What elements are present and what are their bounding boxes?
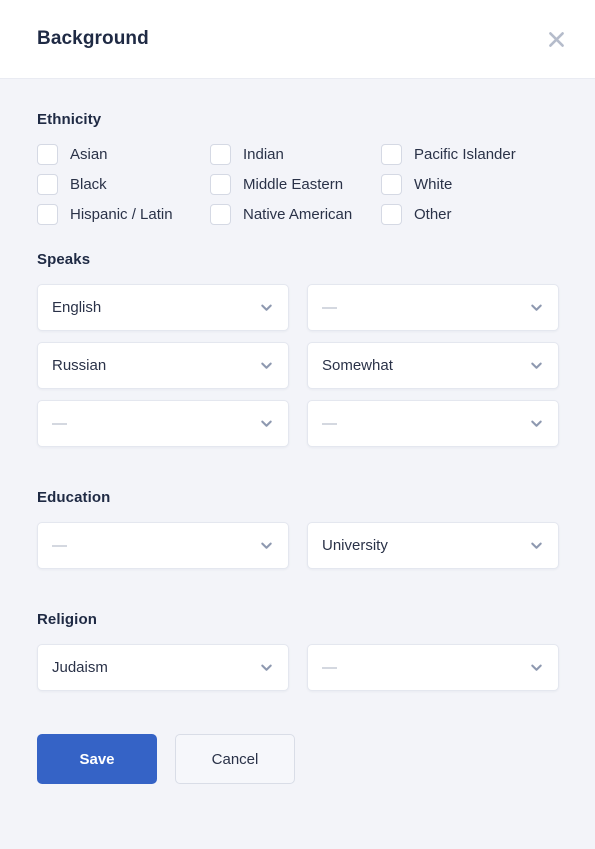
select-value: —: [322, 415, 337, 432]
close-icon: [548, 31, 565, 48]
section-ethnicity: Ethnicity Asian Indian Pacific Islander …: [37, 111, 558, 225]
checkbox-box[interactable]: [210, 204, 231, 225]
religion-observance-select[interactable]: —: [307, 644, 559, 691]
checkbox-label: Hispanic / Latin: [70, 206, 173, 223]
checkbox-item-black[interactable]: Black: [37, 174, 210, 195]
chevron-down-icon: [259, 358, 274, 373]
checkbox-label: Indian: [243, 146, 284, 163]
speaks-level-select-2[interactable]: Somewhat: [307, 342, 559, 389]
ethnicity-checkbox-grid: Asian Indian Pacific Islander Black Midd…: [37, 144, 558, 225]
close-button[interactable]: [539, 22, 573, 56]
education-institution-select[interactable]: University: [307, 522, 559, 569]
speaks-language-select-2[interactable]: Russian: [37, 342, 289, 389]
checkbox-box[interactable]: [37, 144, 58, 165]
religion-row: Judaism —: [37, 644, 559, 691]
checkbox-label: Native American: [243, 206, 353, 223]
cancel-button[interactable]: Cancel: [175, 734, 295, 784]
select-value: Somewhat: [322, 357, 393, 374]
section-title-religion: Religion: [37, 611, 97, 628]
speaks-language-select-3[interactable]: —: [37, 400, 289, 447]
select-value: University: [322, 537, 388, 554]
select-value: English: [52, 299, 102, 316]
checkbox-label: Pacific Islander: [414, 146, 516, 163]
checkbox-label: Asian: [70, 146, 108, 163]
checkbox-label: Black: [70, 176, 107, 193]
modal-header: Background: [0, 0, 595, 79]
chevron-down-icon: [259, 416, 274, 431]
modal-footer: Save Cancel: [0, 702, 595, 784]
checkbox-item-other[interactable]: Other: [381, 204, 558, 225]
chevron-down-icon: [529, 300, 544, 315]
speaks-row-3: — —: [37, 400, 559, 447]
section-speaks: Speaks English — Russian Somewhat — —: [37, 251, 559, 447]
chevron-down-icon: [529, 538, 544, 553]
checkbox-box[interactable]: [381, 174, 402, 195]
page-title: Background: [37, 28, 149, 49]
speaks-level-select-1[interactable]: —: [307, 284, 559, 331]
speaks-level-select-3[interactable]: —: [307, 400, 559, 447]
select-value: —: [52, 415, 67, 432]
checkbox-item-white[interactable]: White: [381, 174, 558, 195]
checkbox-box[interactable]: [210, 144, 231, 165]
checkbox-box[interactable]: [210, 174, 231, 195]
education-row: — University: [37, 522, 559, 569]
checkbox-item-pacific-islander[interactable]: Pacific Islander: [381, 144, 558, 165]
section-title-ethnicity: Ethnicity: [37, 111, 102, 128]
select-value: —: [52, 537, 67, 554]
modal-body: Ethnicity Asian Indian Pacific Islander …: [0, 79, 595, 691]
checkbox-item-native-american[interactable]: Native American: [210, 204, 381, 225]
checkbox-box[interactable]: [37, 204, 58, 225]
checkbox-label: Middle Eastern: [243, 176, 344, 193]
section-title-speaks: Speaks: [37, 251, 91, 268]
section-education: Education — University: [37, 489, 559, 569]
select-value: Russian: [52, 357, 107, 374]
checkbox-label: White: [414, 176, 453, 193]
speaks-row-2: Russian Somewhat: [37, 342, 559, 389]
section-title-education: Education: [37, 489, 111, 506]
chevron-down-icon: [259, 538, 274, 553]
religion-select[interactable]: Judaism: [37, 644, 289, 691]
checkbox-item-hispanic-latin[interactable]: Hispanic / Latin: [37, 204, 210, 225]
checkbox-label: Other: [414, 206, 452, 223]
checkbox-item-indian[interactable]: Indian: [210, 144, 381, 165]
select-value: —: [322, 659, 337, 676]
section-religion: Religion Judaism —: [37, 611, 559, 691]
checkbox-box[interactable]: [37, 174, 58, 195]
speaks-row-1: English —: [37, 284, 559, 331]
checkbox-item-middle-eastern[interactable]: Middle Eastern: [210, 174, 381, 195]
save-button[interactable]: Save: [37, 734, 157, 784]
select-value: Judaism: [52, 659, 108, 676]
checkbox-box[interactable]: [381, 204, 402, 225]
education-level-select[interactable]: —: [37, 522, 289, 569]
checkbox-box[interactable]: [381, 144, 402, 165]
speaks-language-select-1[interactable]: English: [37, 284, 289, 331]
chevron-down-icon: [529, 358, 544, 373]
chevron-down-icon: [259, 660, 274, 675]
chevron-down-icon: [259, 300, 274, 315]
chevron-down-icon: [529, 660, 544, 675]
chevron-down-icon: [529, 416, 544, 431]
select-value: —: [322, 299, 337, 316]
checkbox-item-asian[interactable]: Asian: [37, 144, 210, 165]
